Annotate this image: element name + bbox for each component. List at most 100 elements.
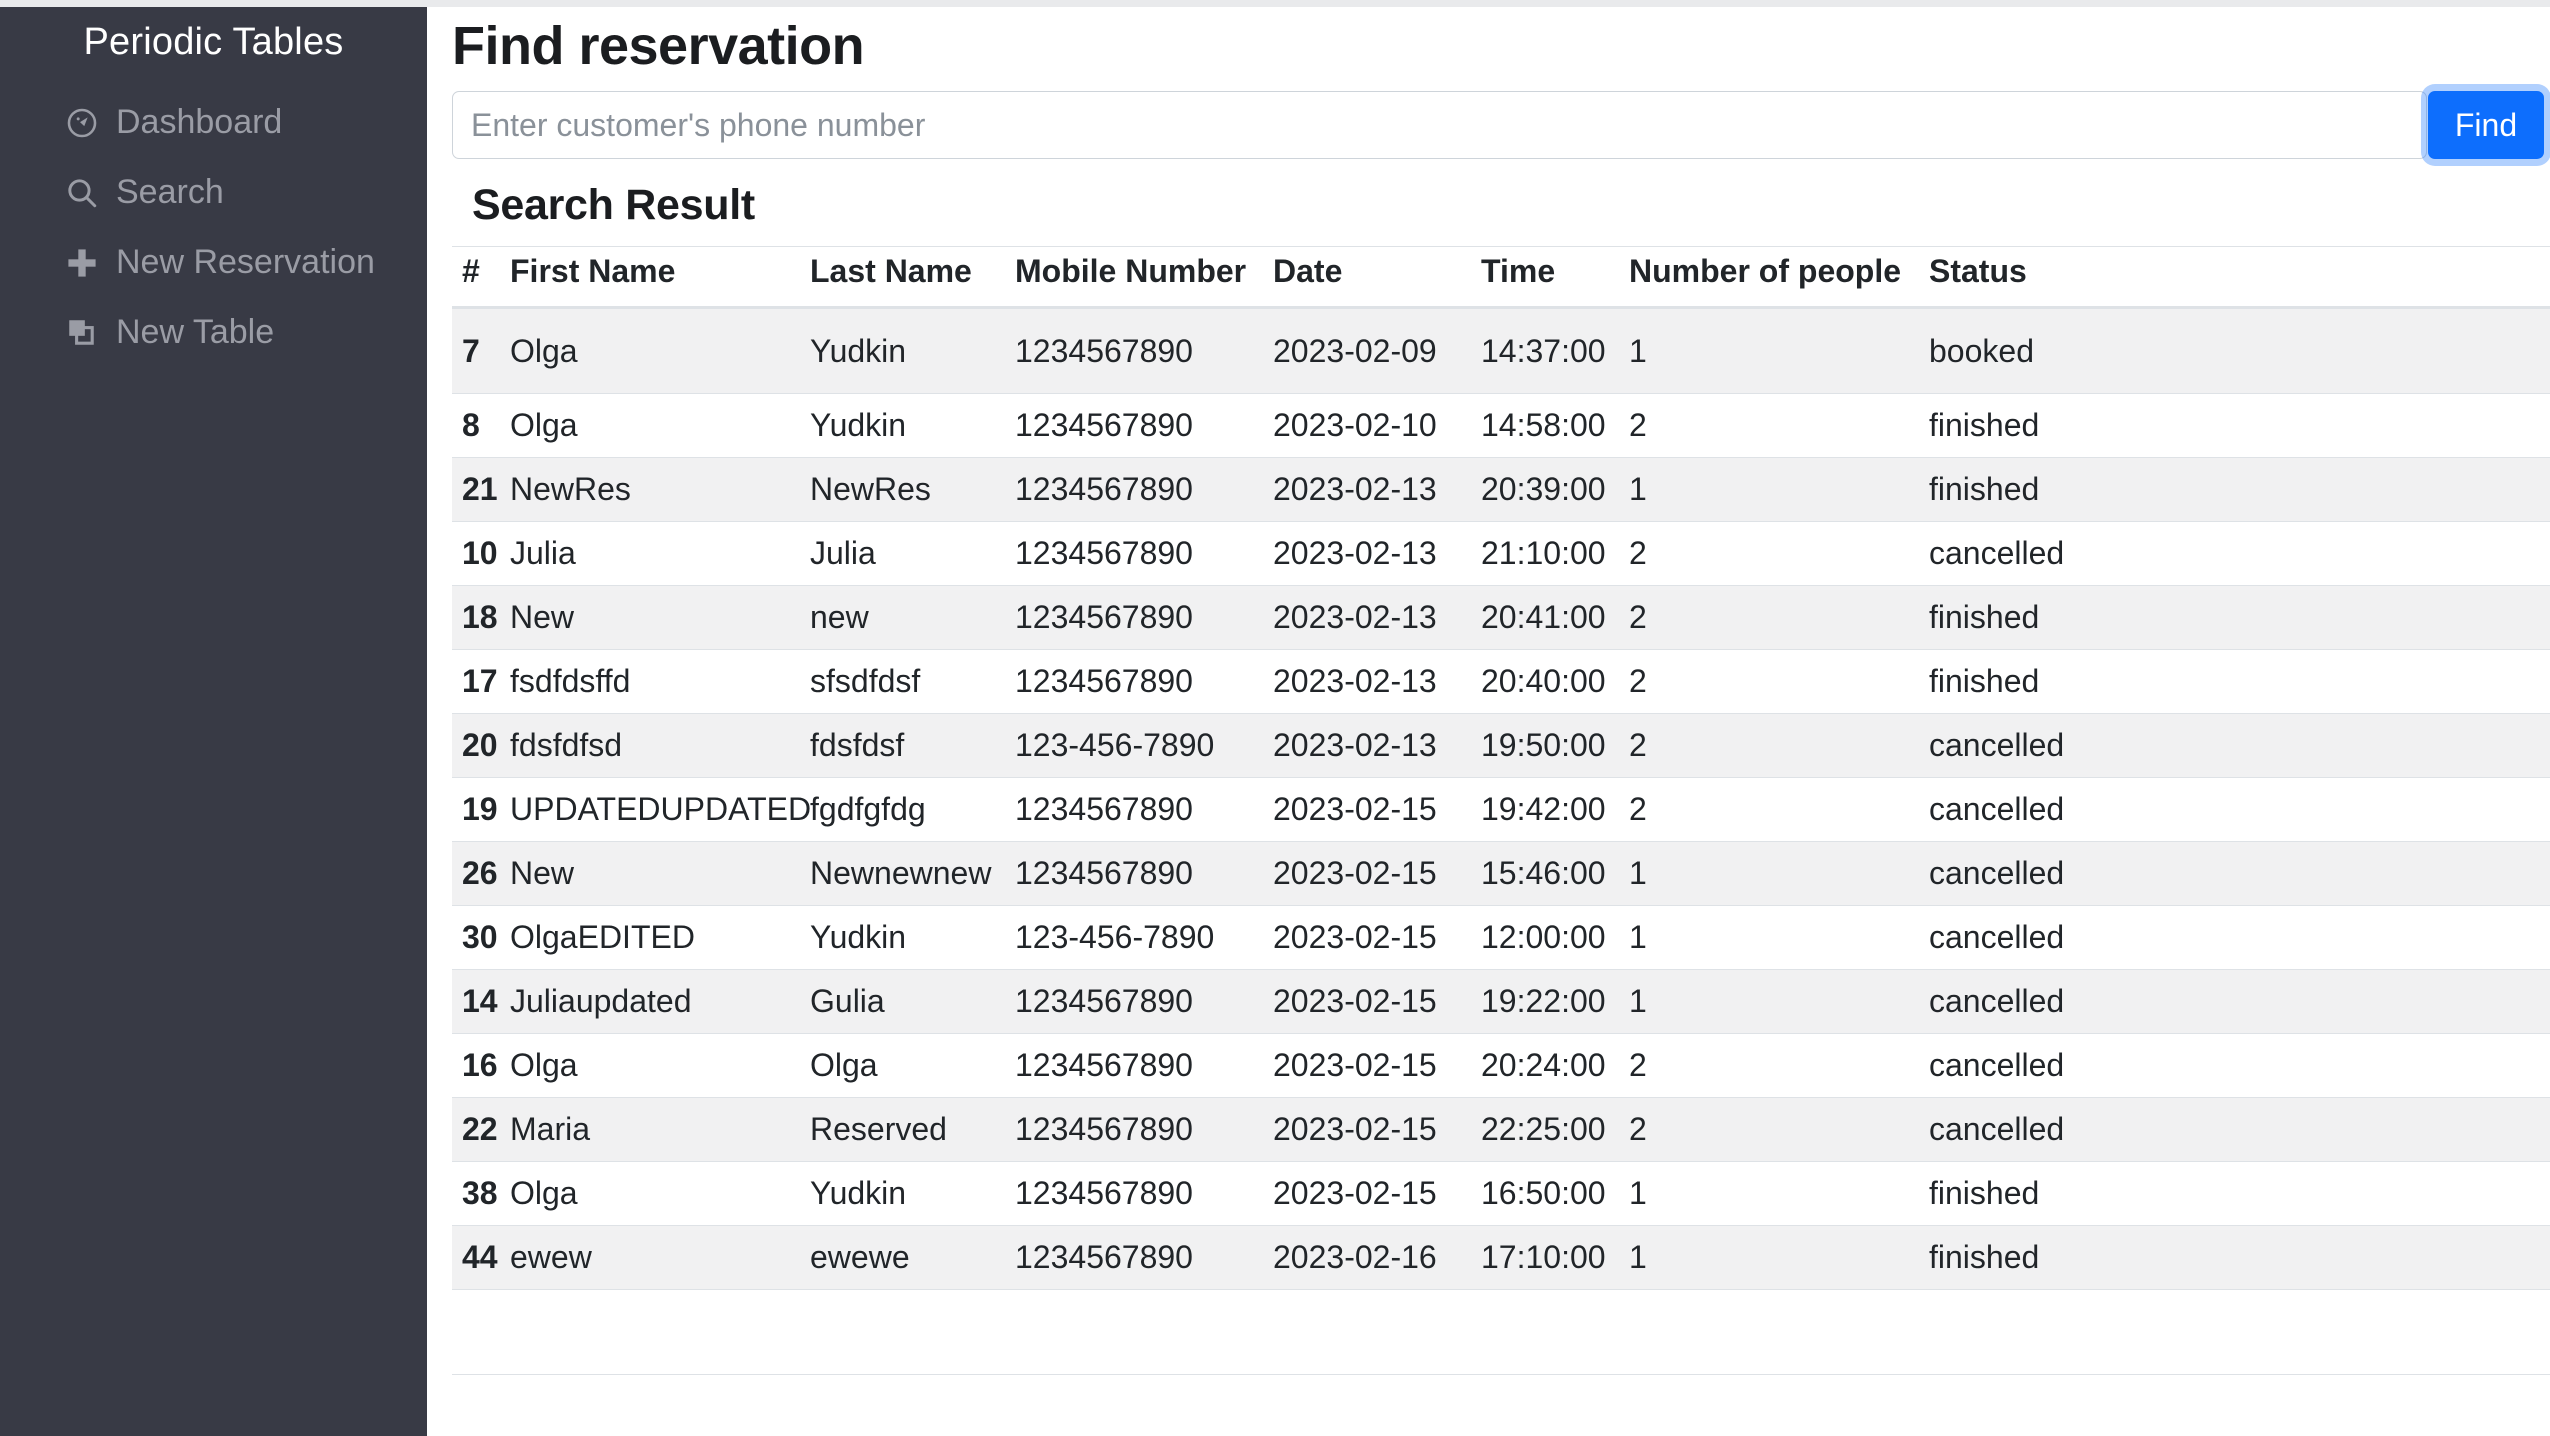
cell-first-name: Juliaupdated <box>500 970 800 1034</box>
sidebar-item-label: Search <box>116 170 224 216</box>
cell-status: finished <box>1919 458 2079 522</box>
window-top-strip <box>0 0 2550 7</box>
sidebar-nav: Dashboard Search New R <box>0 88 427 368</box>
table-row: 21NewResNewRes12345678902023-02-1320:39:… <box>452 458 2550 522</box>
column-header-first: First Name <box>500 247 800 308</box>
cell-last-name <box>800 1290 1005 1375</box>
column-header-date: Date <box>1263 247 1471 308</box>
cell-number-of-people: 2 <box>1619 522 1919 586</box>
sidebar: Periodic Tables Dashboard <box>0 0 427 1436</box>
cell-last-name: NewRes <box>800 458 1005 522</box>
cell-mobile-number: 1234567890 <box>1005 650 1263 714</box>
cell-status: cancelled <box>1919 1034 2079 1098</box>
dashboard-icon <box>64 105 100 141</box>
cell-id: 21 <box>452 458 500 522</box>
cell-last-name: Yudkin <box>800 308 1005 394</box>
cell-status: booked <box>1919 308 2079 394</box>
new-table-icon <box>64 315 100 351</box>
cell-mobile-number: 1234567890 <box>1005 394 1263 458</box>
sidebar-item-label: New Reservation <box>116 240 375 286</box>
cell-number-of-people: 1 <box>1619 1162 1919 1226</box>
column-header-actions <box>2079 247 2550 308</box>
app-root: Periodic Tables Dashboard <box>0 0 2550 1436</box>
cell-id <box>452 1290 500 1375</box>
cell-mobile-number: 1234567890 <box>1005 458 1263 522</box>
cell-number-of-people: 2 <box>1619 778 1919 842</box>
cell-first-name: New <box>500 842 800 906</box>
cell-mobile-number: 1234567890 <box>1005 522 1263 586</box>
cell-id: 16 <box>452 1034 500 1098</box>
cell-id: 14 <box>452 970 500 1034</box>
cell-status: cancelled <box>1919 1098 2079 1162</box>
sidebar-item-label: New Table <box>116 310 274 356</box>
cell-actions <box>2079 1226 2550 1290</box>
cell-id: 8 <box>452 394 500 458</box>
cell-last-name: Yudkin <box>800 906 1005 970</box>
cell-date: 2023-02-13 <box>1263 586 1471 650</box>
cell-id: 22 <box>452 1098 500 1162</box>
cell-first-name <box>500 1290 800 1375</box>
cell-first-name: fdsfdfsd <box>500 714 800 778</box>
cell-last-name: fgdfgfdg <box>800 778 1005 842</box>
cell-date: 2023-02-15 <box>1263 906 1471 970</box>
cell-id: 10 <box>452 522 500 586</box>
table-row: 18Newnew12345678902023-02-1320:41:002fin… <box>452 586 2550 650</box>
cell-time: 20:39:00 <box>1471 458 1619 522</box>
table-row: 19UPDATEDUPDATEDfgdfgfdg12345678902023-0… <box>452 778 2550 842</box>
cell-id: 26 <box>452 842 500 906</box>
cell-date: 2023-02-09 <box>1263 308 1471 394</box>
cell-id: 44 <box>452 1226 500 1290</box>
cell-mobile-number: 1234567890 <box>1005 970 1263 1034</box>
cell-actions <box>2079 906 2550 970</box>
search-input[interactable] <box>452 91 2427 159</box>
cell-time: 17:10:00 <box>1471 1226 1619 1290</box>
cell-actions <box>2079 1098 2550 1162</box>
cell-first-name: Maria <box>500 1098 800 1162</box>
table-row: SeatEditCancel <box>452 1290 2550 1375</box>
table-row: 8OlgaYudkin12345678902023-02-1014:58:002… <box>452 394 2550 458</box>
cell-time: 20:41:00 <box>1471 586 1619 650</box>
cell-id: 19 <box>452 778 500 842</box>
cell-id: 7 <box>452 308 500 394</box>
cell-id: 17 <box>452 650 500 714</box>
cell-actions <box>2079 714 2550 778</box>
sidebar-item-search[interactable]: Search <box>0 158 427 228</box>
sidebar-item-dashboard[interactable]: Dashboard <box>0 88 427 158</box>
sidebar-item-new-reservation[interactable]: New Reservation <box>0 228 427 298</box>
cell-number-of-people: 1 <box>1619 842 1919 906</box>
cell-last-name: Gulia <box>800 970 1005 1034</box>
cell-time: 16:50:00 <box>1471 1162 1619 1226</box>
cell-date: 2023-02-15 <box>1263 778 1471 842</box>
cell-status: cancelled <box>1919 714 2079 778</box>
sidebar-item-new-table[interactable]: New Table <box>0 298 427 368</box>
table-row: 26NewNewnewnew12345678902023-02-1515:46:… <box>452 842 2550 906</box>
cell-time: 19:50:00 <box>1471 714 1619 778</box>
column-header-mobile: Mobile Number <box>1005 247 1263 308</box>
column-header-last: Last Name <box>800 247 1005 308</box>
cell-number-of-people: 1 <box>1619 970 1919 1034</box>
page-title: Find reservation <box>427 7 2550 91</box>
cell-status: cancelled <box>1919 522 2079 586</box>
cell-actions <box>2079 842 2550 906</box>
cell-mobile-number: 1234567890 <box>1005 308 1263 394</box>
find-button[interactable]: Find <box>2428 91 2544 159</box>
table-row: 38OlgaYudkin12345678902023-02-1516:50:00… <box>452 1162 2550 1226</box>
cell-number-of-people: 1 <box>1619 1226 1919 1290</box>
find-reservation-form: Find <box>452 91 2544 159</box>
brand-title: Periodic Tables <box>0 7 427 70</box>
cell-date: 2023-02-15 <box>1263 1034 1471 1098</box>
cell-time <box>1471 1290 1619 1375</box>
cell-last-name: Olga <box>800 1034 1005 1098</box>
cell-last-name: Julia <box>800 522 1005 586</box>
cell-time: 19:42:00 <box>1471 778 1619 842</box>
cell-first-name: UPDATEDUPDATED <box>500 778 800 842</box>
cell-mobile-number: 1234567890 <box>1005 778 1263 842</box>
cell-date: 2023-02-13 <box>1263 650 1471 714</box>
cell-date: 2023-02-13 <box>1263 522 1471 586</box>
cell-status: finished <box>1919 394 2079 458</box>
cell-date: 2023-02-13 <box>1263 458 1471 522</box>
cell-last-name: Yudkin <box>800 1162 1005 1226</box>
cell-status: finished <box>1919 1162 2079 1226</box>
cell-number-of-people: 1 <box>1619 458 1919 522</box>
plus-icon <box>64 245 100 281</box>
